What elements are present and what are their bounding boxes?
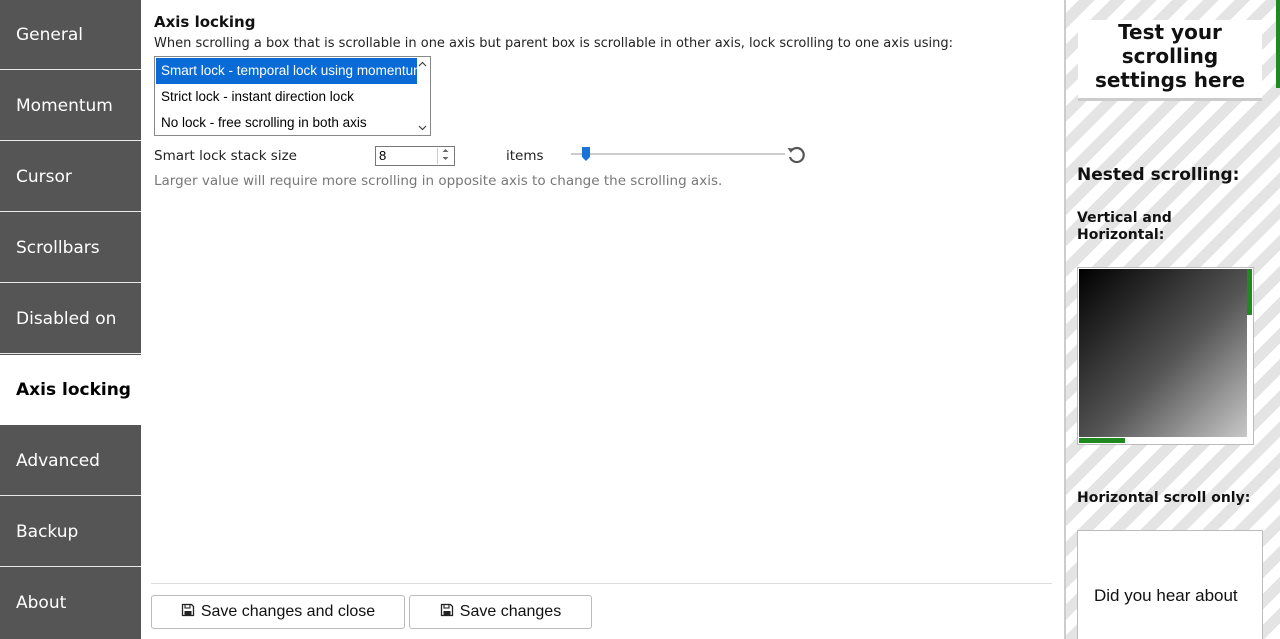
stack-size-slider[interactable] (571, 146, 785, 162)
sidebar: General Momentum Cursor Scrollbars Disab… (0, 0, 141, 639)
save-and-close-button[interactable]: Save changes and close (151, 595, 405, 629)
save-button[interactable]: Save changes (409, 595, 592, 629)
axis-lock-description: When scrolling a box that is scrollable … (154, 36, 953, 51)
sidebar-item-disabled-on[interactable]: Disabled on (0, 284, 141, 354)
sidebar-item-cursor[interactable]: Cursor (0, 142, 141, 212)
test-panel[interactable]: Test your scrolling settings here Nested… (1064, 0, 1280, 639)
listbox-scrollbar[interactable] (416, 58, 429, 134)
reset-icon[interactable] (786, 145, 806, 165)
save-label: Save changes (459, 603, 562, 620)
horizontal-only-heading: Horizontal scroll only: (1077, 490, 1251, 506)
sidebar-item-advanced[interactable]: Advanced (0, 426, 141, 496)
nested-scrolling-heading: Nested scrolling: (1077, 165, 1240, 185)
horizontal-scroll-box[interactable]: Did you hear about (1077, 530, 1263, 639)
stack-size-label: Smart lock stack size (154, 148, 297, 164)
chevron-up-icon[interactable] (416, 58, 429, 70)
lock-option-none[interactable]: No lock - free scrolling in both axis (156, 110, 417, 136)
sidebar-item-axis-locking[interactable]: Axis locking (0, 355, 141, 425)
horizontal-scroll-text: Did you hear about (1094, 586, 1238, 605)
sidebar-item-momentum[interactable]: Momentum (0, 71, 141, 141)
lock-option-smart[interactable]: Smart lock - temporal lock using momentu… (156, 58, 417, 84)
page-title: Axis locking (154, 13, 256, 31)
vh-vertical-scrollbar[interactable] (1247, 269, 1252, 315)
stepper-down-icon[interactable] (438, 156, 453, 164)
footer-divider (151, 583, 1052, 584)
vertical-horizontal-heading: Vertical and Horizontal: (1077, 210, 1172, 243)
stack-size-input[interactable]: 8 (375, 146, 455, 166)
stack-size-stepper[interactable] (437, 148, 453, 164)
chevron-down-icon[interactable] (416, 122, 429, 134)
slider-track[interactable] (571, 153, 785, 155)
sidebar-item-scrollbars[interactable]: Scrollbars (0, 213, 141, 283)
stack-size-hint: Larger value will require more scrolling… (154, 173, 723, 189)
floppy-disk-icon (181, 603, 195, 622)
save-and-close-label: Save changes and close (200, 603, 376, 620)
vh-horizontal-scrollbar[interactable] (1079, 438, 1125, 443)
floppy-disk-icon (440, 603, 454, 622)
slider-thumb[interactable] (581, 146, 591, 162)
sidebar-item-general[interactable]: General (0, 0, 141, 70)
test-panel-scrollbar[interactable] (1276, 0, 1280, 88)
lock-option-strict[interactable]: Strict lock - instant direction lock (156, 84, 417, 110)
gradient-content (1079, 269, 1247, 437)
stack-size-value[interactable]: 8 (379, 148, 386, 163)
sidebar-item-backup[interactable]: Backup (0, 497, 141, 567)
vh-scroll-box[interactable] (1077, 267, 1254, 445)
sidebar-item-about[interactable]: About (0, 568, 141, 639)
test-panel-title: Test your scrolling settings here (1078, 20, 1262, 101)
lock-mode-listbox[interactable]: Smart lock - temporal lock using momentu… (154, 56, 431, 136)
stepper-up-icon[interactable] (438, 148, 453, 156)
stack-size-unit: items (506, 148, 544, 164)
settings-panel: Axis locking When scrolling a box that i… (141, 0, 1062, 639)
